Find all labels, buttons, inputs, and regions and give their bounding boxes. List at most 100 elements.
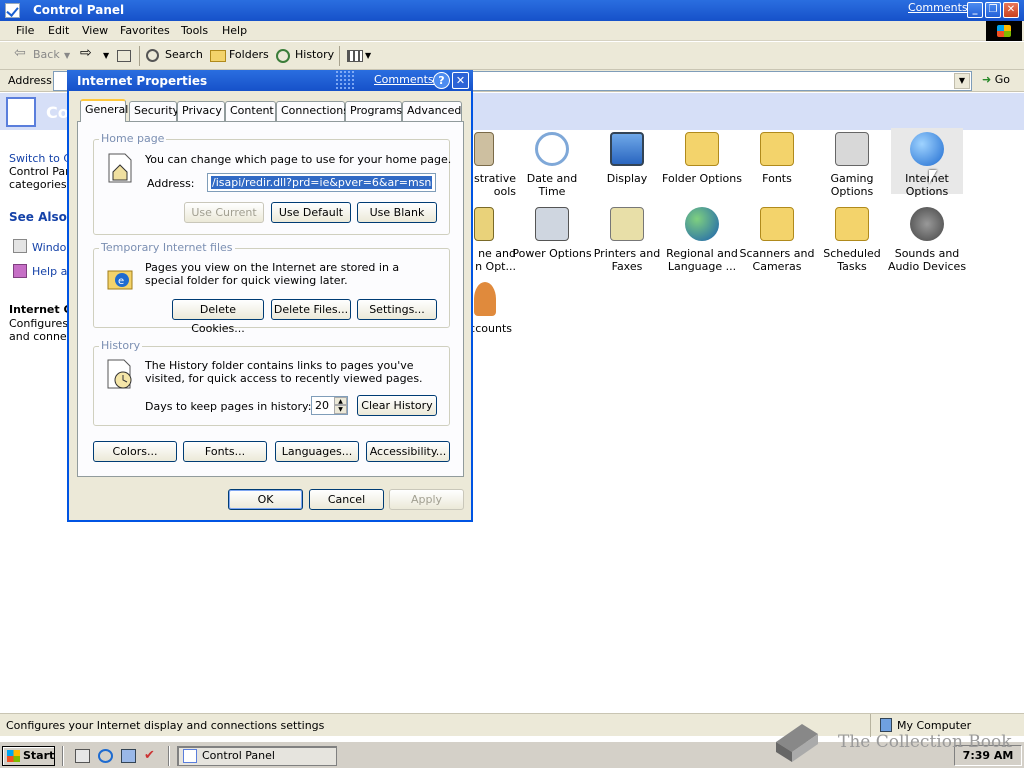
folders-button[interactable]: Folders (229, 48, 269, 61)
display-item[interactable]: Display (587, 132, 667, 185)
restore-button[interactable]: ❐ (985, 2, 1001, 18)
toolbar: ⇦ Back ▼ ⇨ ▼ Search Folders History ▼ (0, 42, 1024, 70)
languages-button[interactable]: Languages... (275, 441, 359, 462)
close-button[interactable]: ✕ (1003, 2, 1019, 18)
temp-files-icon: e (105, 261, 135, 293)
gaming-options-item[interactable]: Gaming Options (812, 132, 892, 198)
windows-update-icon (13, 239, 27, 253)
use-current-button[interactable]: Use Current (184, 202, 264, 223)
days-history-label: Days to keep pages in history: (145, 400, 312, 413)
speaker-icon (910, 207, 944, 241)
clock-icon (535, 132, 569, 166)
tab-programs[interactable]: Programs (345, 101, 402, 121)
power-options-item[interactable]: Power Options (512, 207, 592, 260)
control-panel-icon (5, 3, 20, 18)
printers-faxes-item[interactable]: Printers and Faxes (587, 207, 667, 273)
back-button[interactable]: Back (33, 48, 60, 61)
control-panel-small-icon (183, 749, 197, 763)
spinner-up-icon[interactable]: ▲ (334, 397, 347, 405)
forward-dropdown-icon[interactable]: ▼ (103, 51, 109, 60)
display-icon (610, 132, 644, 166)
internet-explorer-icon[interactable] (98, 749, 113, 763)
left-pane-title: Co (46, 103, 69, 122)
clear-history-button[interactable]: Clear History (357, 395, 437, 416)
date-time-item[interactable]: Date and Time (512, 132, 592, 198)
svg-text:e: e (118, 276, 124, 287)
scheduled-tasks-item[interactable]: Scheduled Tasks (812, 207, 892, 273)
folder-options-item[interactable]: Folder Options (662, 132, 742, 185)
gamepad-icon (835, 132, 869, 166)
user-accounts-icon (474, 282, 496, 316)
menu-file[interactable]: File (16, 24, 34, 37)
home-address-label: Address: (147, 177, 195, 190)
colors-button[interactable]: Colors... (93, 441, 177, 462)
address-dropdown-icon[interactable]: ▼ (954, 73, 970, 89)
tab-content[interactable]: Content (225, 101, 276, 121)
go-button[interactable]: ➜ Go (982, 73, 1010, 86)
menu-favorites[interactable]: Favorites (120, 24, 170, 37)
temp-files-description: Pages you view on the Internet are store… (145, 261, 400, 287)
tab-connections[interactable]: Connections (276, 101, 349, 121)
cancel-button[interactable]: Cancel (309, 489, 384, 510)
menu-edit[interactable]: Edit (48, 24, 69, 37)
watermark-text: The Collection Book (838, 732, 1012, 752)
minimize-button[interactable]: _ (967, 2, 983, 18)
internet-options-item[interactable]: Internet Options (891, 128, 963, 198)
tab-general[interactable]: General (80, 99, 128, 122)
start-logo-icon (7, 750, 20, 762)
comments-link[interactable]: Comments? (908, 1, 973, 14)
dialog-title: Internet Properties (77, 74, 208, 88)
back-dropdown-icon[interactable]: ▼ (64, 51, 70, 60)
search-icon[interactable] (146, 49, 159, 62)
back-arrow-icon[interactable]: ⇦ (14, 45, 30, 61)
history-icon[interactable] (276, 49, 290, 63)
tab-advanced[interactable]: Advanced (402, 101, 462, 121)
folders-icon[interactable] (210, 50, 226, 62)
delete-files-button[interactable]: Delete Files... (271, 299, 351, 320)
fonts-button[interactable]: Fonts... (183, 441, 267, 462)
tab-privacy[interactable]: Privacy (177, 101, 225, 121)
views-dropdown-icon[interactable]: ▼ (365, 51, 371, 60)
home-address-input[interactable]: /isapi/redir.dll?prd=ie&pver=6&ar=msnhom… (207, 173, 436, 192)
regional-language-item[interactable]: Regional and Language ... (662, 207, 742, 273)
dialog-comments-link[interactable]: Comments? (374, 73, 439, 86)
quicklaunch-icon[interactable] (121, 749, 136, 763)
apply-button[interactable]: Apply (389, 489, 464, 510)
ok-button[interactable]: OK (228, 489, 303, 510)
menu-help[interactable]: Help (222, 24, 247, 37)
temp-files-group-label: Temporary Internet files (99, 241, 235, 254)
tab-security[interactable]: Security (129, 101, 179, 121)
spinner-down-icon[interactable]: ▼ (334, 405, 347, 414)
home-page-icon (105, 152, 135, 184)
delete-cookies-button[interactable]: Delete Cookies... (172, 299, 264, 335)
use-default-button[interactable]: Use Default (271, 202, 351, 223)
show-desktop-icon[interactable] (75, 749, 90, 763)
forward-arrow-icon[interactable]: ⇨ (80, 45, 96, 61)
book-watermark-icon (772, 720, 820, 764)
messenger-icon[interactable]: ✔ (144, 749, 159, 763)
days-history-spinner[interactable]: 20 ▲ ▼ (311, 396, 348, 415)
up-folder-icon[interactable] (117, 50, 131, 62)
menu-view[interactable]: View (82, 24, 108, 37)
accessibility-button[interactable]: Accessibility... (366, 441, 450, 462)
history-button[interactable]: History (295, 48, 334, 61)
address-label: Address (8, 74, 52, 87)
scheduled-tasks-icon (835, 207, 869, 241)
window-title: Control Panel (33, 3, 125, 17)
search-button[interactable]: Search (165, 48, 203, 61)
sounds-audio-item[interactable]: Sounds and Audio Devices (887, 207, 967, 273)
history-description: The History folder contains links to pag… (145, 359, 423, 385)
menu-tools[interactable]: Tools (181, 24, 208, 37)
taskbar-control-panel-button[interactable]: Control Panel (177, 746, 337, 766)
use-blank-button[interactable]: Use Blank (357, 202, 437, 223)
dialog-help-button[interactable]: ? (433, 72, 450, 89)
dialog-close-button[interactable]: ✕ (452, 72, 469, 89)
status-text: Configures your Internet display and con… (6, 719, 325, 732)
scanners-cameras-item[interactable]: Scanners and Cameras (737, 207, 817, 273)
views-icon[interactable] (347, 50, 363, 62)
watermark: The Collection Book (770, 718, 1020, 768)
fonts-item[interactable]: Fonts (737, 132, 817, 185)
folder-options-icon (685, 132, 719, 166)
start-button[interactable]: Start (2, 746, 55, 766)
temp-settings-button[interactable]: Settings... (357, 299, 437, 320)
